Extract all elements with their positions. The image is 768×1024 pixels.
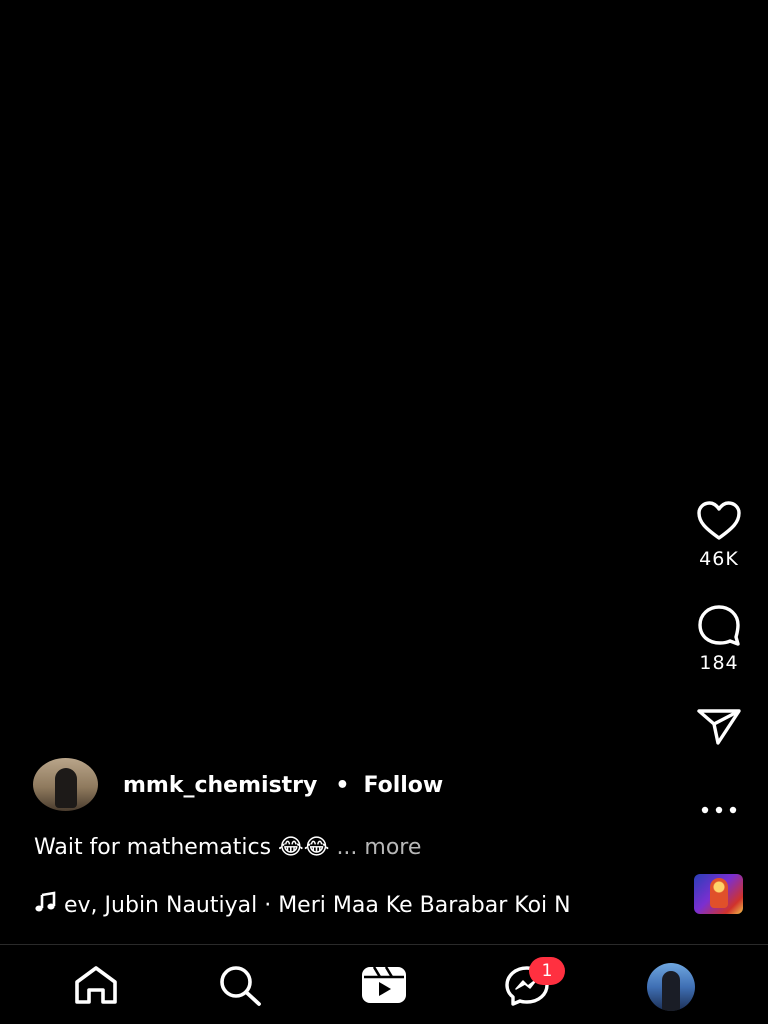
home-icon[interactable]	[72, 964, 120, 1010]
profile-avatar[interactable]	[647, 963, 695, 1011]
nav-profile[interactable]	[647, 963, 695, 1011]
like-action[interactable]: 46K	[690, 500, 748, 570]
author-avatar[interactable]	[33, 758, 98, 811]
nav-search[interactable]	[215, 963, 263, 1011]
nav-home[interactable]	[72, 963, 120, 1011]
author-username[interactable]: mmk_chemistry	[123, 773, 317, 798]
search-icon[interactable]	[215, 964, 263, 1010]
audio-thumbnail[interactable]	[694, 874, 743, 914]
author-line: mmk_chemistry • Follow	[123, 770, 443, 800]
profile-avatar-image	[662, 971, 680, 1011]
audio-track[interactable]: ev, Jubin Nautiyal · Meri Maa Ke Barabar…	[34, 889, 662, 921]
nav-messages[interactable]: 1	[503, 957, 565, 1011]
share-action[interactable]	[690, 706, 748, 746]
heart-icon[interactable]	[695, 500, 743, 542]
caption-text: Wait for mathematics 😂😂	[34, 835, 330, 860]
like-count: 46K	[699, 548, 739, 570]
avatar-image	[55, 768, 77, 808]
follow-button[interactable]: Follow	[363, 773, 443, 798]
reels-icon[interactable]	[360, 964, 408, 1010]
separator-dot: •	[335, 772, 350, 798]
caption[interactable]: Wait for mathematics 😂😂 ... more	[34, 835, 421, 860]
audio-thumbnail-image	[710, 878, 728, 908]
nav-reels[interactable]	[360, 963, 408, 1011]
messages-badge: 1	[529, 957, 565, 985]
caption-more-link[interactable]: ... more	[336, 835, 421, 860]
comment-action[interactable]: 184	[690, 604, 748, 674]
more-icon[interactable]	[699, 790, 739, 830]
music-note-icon	[34, 891, 56, 919]
reel-video[interactable]	[0, 0, 768, 944]
more-options-button[interactable]	[690, 790, 748, 830]
comment-icon[interactable]	[695, 604, 743, 646]
comment-count: 184	[699, 652, 739, 674]
share-icon[interactable]	[695, 706, 743, 746]
audio-track-text: ev, Jubin Nautiyal · Meri Maa Ke Barabar…	[64, 892, 571, 918]
bottom-nav: 1	[0, 944, 768, 1024]
